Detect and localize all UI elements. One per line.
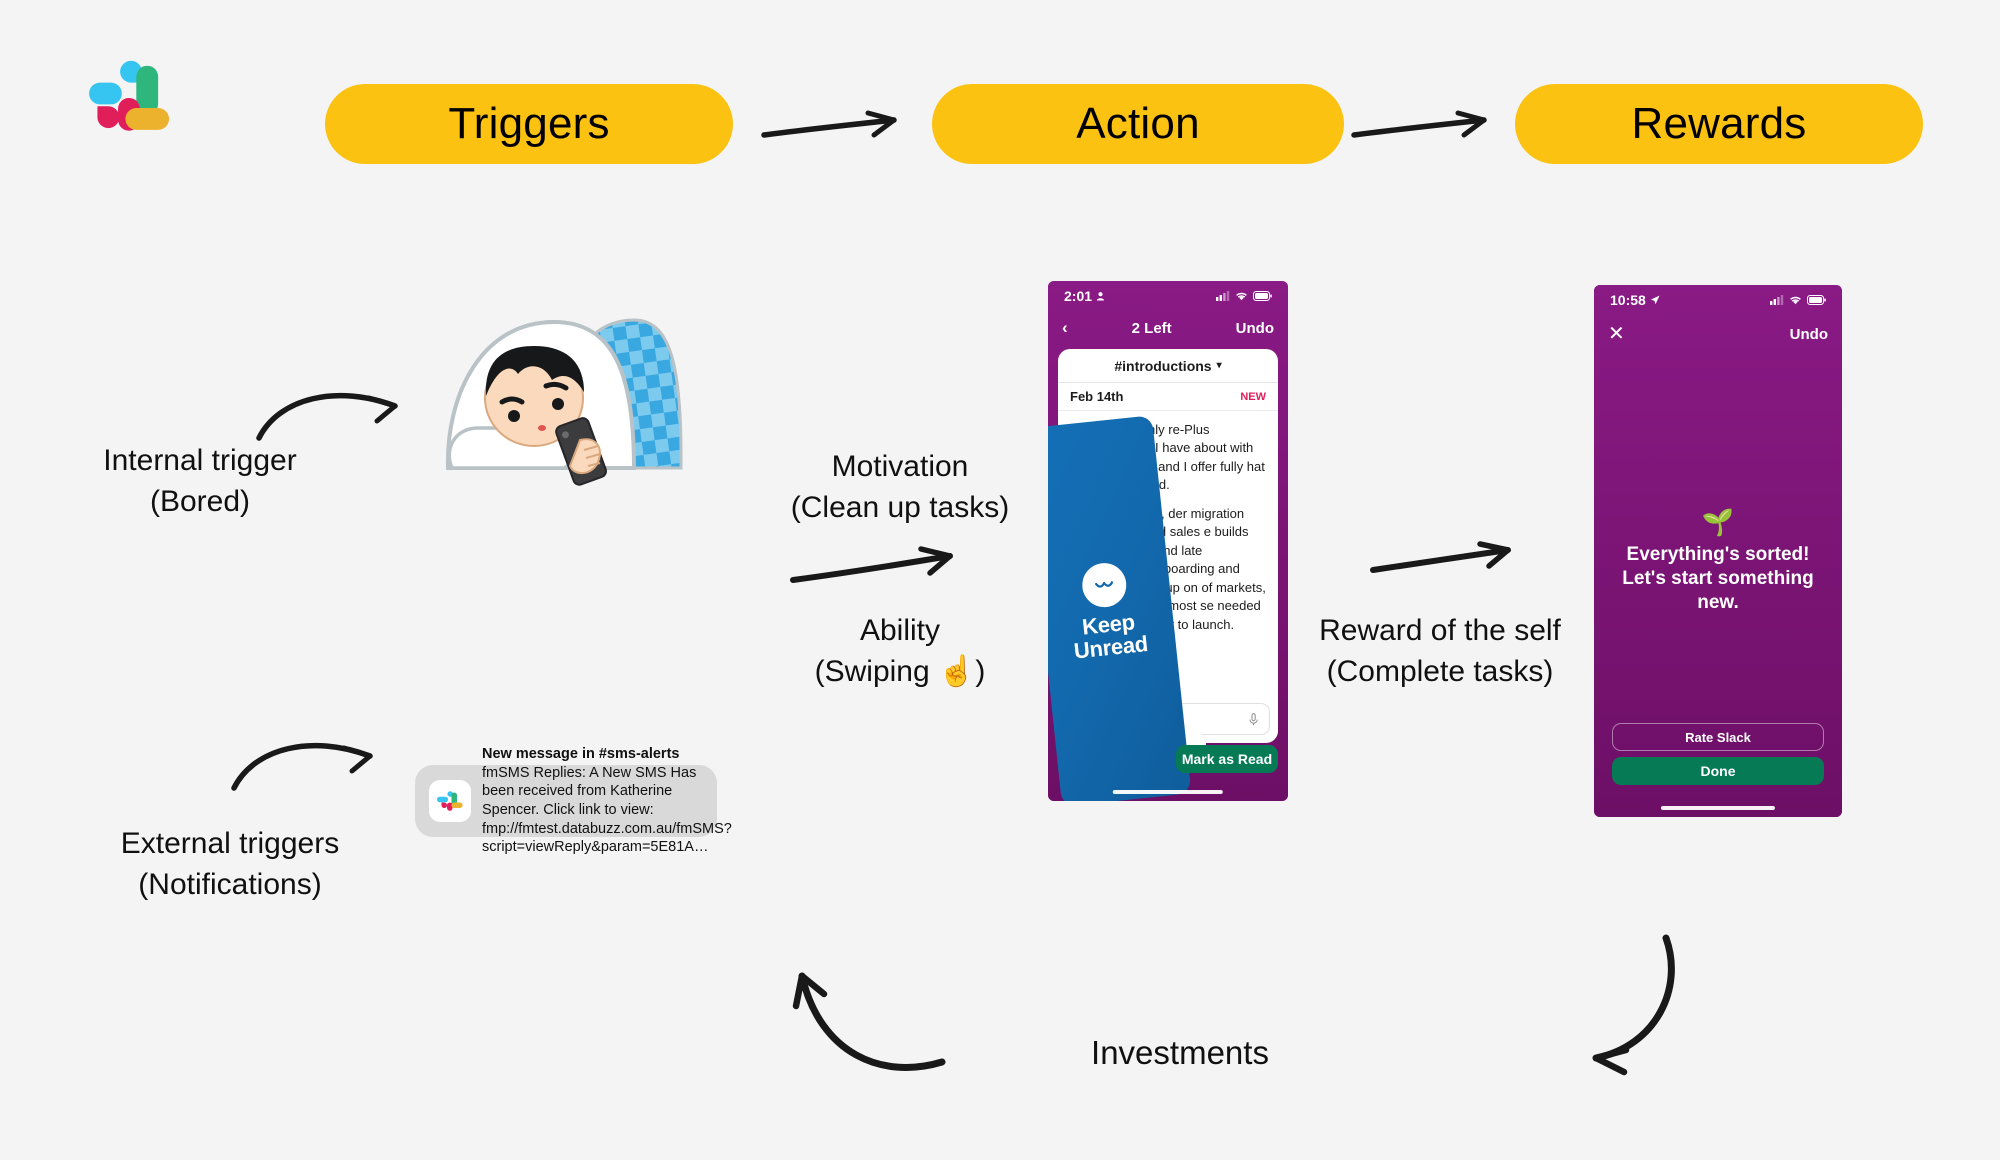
arrow-triggers-to-action [761, 108, 912, 150]
sleep-face-icon [1080, 561, 1129, 610]
label-external-triggers: External triggers (Notifications) [0, 823, 460, 906]
illustration-person-in-bed [438, 300, 688, 495]
ability-line1: Ability [859, 614, 941, 647]
label-internal-trigger: Internal trigger (Bored) [0, 440, 400, 523]
wifi-icon [1236, 292, 1247, 301]
reward-line2: (Complete tasks) [1326, 655, 1554, 689]
phone-action-nav: ‹ 2 Left Undo [1048, 315, 1288, 341]
internal-trigger-line2: (Bored) [149, 485, 251, 519]
person-icon [1096, 292, 1105, 301]
home-indicator [1112, 790, 1224, 794]
microphone-icon[interactable] [1249, 712, 1258, 726]
mark-as-read-label: Mark as Read [1181, 751, 1273, 767]
undo-button[interactable]: Undo [1790, 326, 1828, 343]
battery-icon [1253, 291, 1272, 301]
phone-action-screenshot: 2:01 ‹ 2 Left Undo #introductions ▾ Feb … [1048, 281, 1288, 801]
arrow-to-illustration [255, 370, 415, 450]
back-chevron-icon[interactable]: ‹ [1062, 318, 1068, 338]
seedling-icon: 🌱 [1701, 507, 1735, 537]
signal-icon [1216, 291, 1230, 301]
location-arrow-icon [1650, 295, 1660, 305]
stage-pill-action-label: Action [1076, 99, 1200, 148]
label-reward-of-the-self: Reward of the self (Complete tasks) [1280, 610, 1600, 693]
close-icon[interactable]: ✕ [1608, 324, 1625, 344]
keep-unread-line2: Unread [1072, 630, 1149, 664]
motivation-line1: Motivation [831, 450, 969, 483]
arrow-to-notification [230, 720, 390, 800]
nav-title: 2 Left [1131, 319, 1172, 337]
slack-logo [78, 48, 182, 152]
investments-label: Investments [1091, 1034, 1269, 1071]
person-in-bed-with-phone-icon [445, 318, 683, 486]
undo-button[interactable]: Undo [1236, 320, 1274, 337]
phone-rewards-status-bar: 10:58 [1594, 285, 1842, 315]
stage-pill-triggers-label: Triggers [448, 99, 610, 148]
keep-unread-label: Keep Unread [1071, 609, 1149, 664]
motivation-line2: (Clean up tasks) [790, 491, 1010, 525]
rate-slack-button[interactable]: Rate Slack [1612, 723, 1824, 751]
label-investments: Investments [1000, 1030, 1360, 1076]
status-time: 10:58 [1610, 292, 1646, 308]
phone-rewards-nav: ✕ Undo [1594, 321, 1842, 347]
notification-text: fmSMS Replies: A New SMS Has been receiv… [482, 764, 732, 856]
arrow-to-phone-rewards [1370, 538, 1530, 588]
internal-trigger-line1: Internal trigger [103, 444, 297, 477]
channel-name: #introductions [1114, 357, 1212, 374]
rewards-headline: Everything's sorted! Let's start somethi… [1622, 544, 1814, 613]
label-motivation: Motivation (Clean up tasks) [740, 446, 1060, 529]
external-triggers-line1: External triggers [120, 827, 340, 860]
rate-slack-label: Rate Slack [1685, 729, 1751, 745]
notification-body: New message in #sms-alerts fmSMS Replies… [482, 745, 732, 856]
wifi-icon [1790, 296, 1801, 305]
done-label: Done [1700, 763, 1736, 779]
phone-action-status-bar: 2:01 [1048, 281, 1288, 311]
arrow-motivation-to-action [790, 540, 975, 596]
date-label: Feb 14th [1070, 389, 1124, 404]
notification-app-icon [429, 780, 471, 822]
stage-pill-triggers[interactable]: Triggers [325, 84, 733, 164]
stage-pill-rewards[interactable]: Rewards [1515, 84, 1923, 164]
stage-pill-rewards-label: Rewards [1631, 99, 1807, 148]
slack-icon [437, 791, 463, 811]
phone-rewards-screenshot: 10:58 ✕ Undo 🌱 Everything's sorted! Let'… [1594, 285, 1842, 817]
signal-icon [1770, 295, 1784, 305]
home-indicator [1660, 806, 1776, 810]
arrow-loop-left [790, 948, 980, 1098]
mark-as-read-button[interactable]: Mark as Read [1176, 745, 1278, 773]
stage-pill-action[interactable]: Action [932, 84, 1344, 164]
date-divider: Feb 14th NEW [1058, 383, 1278, 411]
label-ability: Ability (Swiping ☝️) [740, 610, 1060, 693]
done-button[interactable]: Done [1612, 757, 1824, 785]
external-triggers-line2: (Notifications) [138, 868, 322, 902]
chevron-down-icon[interactable]: ▾ [1217, 360, 1222, 371]
notification-title: New message in #sms-alerts [482, 746, 680, 763]
new-badge: NEW [1240, 390, 1266, 403]
channel-header[interactable]: #introductions ▾ [1058, 349, 1278, 383]
slack-logo-icon [89, 60, 170, 131]
diagram-canvas: Triggers Action Rewards Internal trigger… [0, 0, 2000, 1160]
battery-icon [1807, 295, 1826, 305]
arrow-action-to-rewards [1351, 108, 1502, 150]
reward-line1: Reward of the self [1319, 614, 1561, 647]
notification-card[interactable]: New message in #sms-alerts fmSMS Replies… [415, 746, 732, 855]
ability-line2: (Swiping ☝️) [814, 655, 986, 689]
status-time: 2:01 [1064, 288, 1093, 304]
arrow-loop-right [1500, 930, 1690, 1080]
